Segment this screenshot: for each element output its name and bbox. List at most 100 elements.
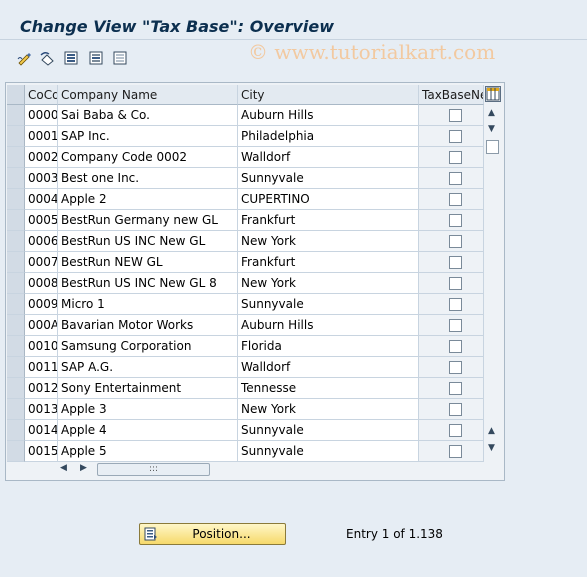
cell-taxbasenet	[419, 168, 484, 189]
cell-company-name: SAP Inc.	[58, 126, 238, 147]
cell-taxbasenet	[419, 441, 484, 462]
taxbasenet-checkbox[interactable]	[449, 298, 462, 311]
cell-cocd: 0002	[25, 147, 58, 168]
row-selector[interactable]	[7, 336, 25, 357]
taxbasenet-checkbox[interactable]	[449, 235, 462, 248]
cell-city: Philadelphia	[238, 126, 419, 147]
cell-taxbasenet	[419, 420, 484, 441]
taxbasenet-checkbox[interactable]	[449, 424, 462, 437]
cell-cocd: 0012	[25, 378, 58, 399]
cell-cocd: 0004	[25, 189, 58, 210]
cell-taxbasenet	[419, 252, 484, 273]
taxbasenet-checkbox[interactable]	[449, 403, 462, 416]
page-title: Change View "Tax Base": Overview	[20, 17, 335, 36]
cell-city: Frankfurt	[238, 252, 419, 273]
scroll-down-icon[interactable]: ▼	[488, 124, 495, 134]
cell-company-name: BestRun US INC New GL 8	[58, 273, 238, 294]
cell-cocd: 0008	[25, 273, 58, 294]
cell-city: Walldorf	[238, 147, 419, 168]
cell-taxbasenet	[419, 378, 484, 399]
cell-city: Walldorf	[238, 357, 419, 378]
undo-changes-icon[interactable]	[38, 49, 56, 67]
scroll-left-icon[interactable]: ◀	[60, 463, 67, 473]
cell-taxbasenet	[419, 126, 484, 147]
cell-taxbasenet	[419, 231, 484, 252]
cell-city: New York	[238, 273, 419, 294]
cell-cocd: 0003	[25, 168, 58, 189]
row-selector[interactable]	[7, 420, 25, 441]
vertical-scroll-thumb[interactable]	[486, 140, 499, 154]
row-selector[interactable]	[7, 189, 25, 210]
cell-company-name: Apple 2	[58, 189, 238, 210]
cell-company-name: BestRun US INC New GL	[58, 231, 238, 252]
cell-company-name: Best one Inc.	[58, 168, 238, 189]
scroll-right-icon[interactable]: ▶	[80, 463, 87, 473]
row-selector[interactable]	[7, 231, 25, 252]
cell-cocd: 000A	[25, 315, 58, 336]
cell-taxbasenet	[419, 357, 484, 378]
taxbasenet-checkbox[interactable]	[449, 445, 462, 458]
cell-company-name: Apple 4	[58, 420, 238, 441]
row-selector[interactable]	[7, 294, 25, 315]
deselect-all-icon[interactable]	[111, 49, 129, 67]
cell-company-name: Apple 5	[58, 441, 238, 462]
horizontal-scrollbar[interactable]: ◀ ▶ :::	[57, 461, 481, 478]
cell-cocd: 0011	[25, 357, 58, 378]
column-header-cocd[interactable]: CoCd	[25, 85, 58, 105]
row-selector[interactable]	[7, 357, 25, 378]
taxbasenet-checkbox[interactable]	[449, 214, 462, 227]
select-all-rows-button[interactable]	[7, 85, 25, 105]
taxbasenet-checkbox[interactable]	[449, 193, 462, 206]
cell-taxbasenet	[419, 210, 484, 231]
cell-city: New York	[238, 399, 419, 420]
select-all-icon[interactable]	[62, 49, 80, 67]
cell-taxbasenet	[419, 147, 484, 168]
row-selector[interactable]	[7, 168, 25, 189]
row-selector[interactable]	[7, 378, 25, 399]
edit-icon[interactable]	[16, 49, 34, 67]
column-settings-icon[interactable]	[485, 86, 501, 102]
cell-city: Florida	[238, 336, 419, 357]
row-selector[interactable]	[7, 252, 25, 273]
taxbasenet-checkbox[interactable]	[449, 361, 462, 374]
cell-cocd: 0014	[25, 420, 58, 441]
taxbasenet-checkbox[interactable]	[449, 151, 462, 164]
cell-company-name: Bavarian Motor Works	[58, 315, 238, 336]
top-bar	[0, 0, 587, 14]
taxbasenet-checkbox[interactable]	[449, 382, 462, 395]
row-selector[interactable]	[7, 315, 25, 336]
cell-cocd: 0015	[25, 441, 58, 462]
cell-city: New York	[238, 231, 419, 252]
scroll-up-icon[interactable]: ▲	[488, 108, 495, 118]
scroll-page-down-icon[interactable]: ▼	[488, 443, 495, 453]
taxbasenet-checkbox[interactable]	[449, 340, 462, 353]
position-button[interactable]: Position...	[139, 523, 286, 545]
row-selector[interactable]	[7, 273, 25, 294]
column-header-taxbasenet[interactable]: TaxBaseNet	[419, 85, 484, 105]
vertical-scrollbar[interactable]: ▲ ▼ ▲ ▼	[484, 104, 502, 460]
cell-company-name: BestRun NEW GL	[58, 252, 238, 273]
cell-cocd: 0013	[25, 399, 58, 420]
taxbasenet-checkbox[interactable]	[449, 319, 462, 332]
cell-cocd: 0009	[25, 294, 58, 315]
row-selector[interactable]	[7, 105, 25, 126]
row-selector[interactable]	[7, 126, 25, 147]
taxbasenet-checkbox[interactable]	[449, 277, 462, 290]
taxbasenet-checkbox[interactable]	[449, 130, 462, 143]
horizontal-scroll-thumb[interactable]: :::	[97, 463, 210, 476]
row-selector[interactable]	[7, 147, 25, 168]
cell-city: CUPERTINO	[238, 189, 419, 210]
column-header-company-name[interactable]: Company Name	[58, 85, 238, 105]
cell-city: Sunnyvale	[238, 420, 419, 441]
row-selector[interactable]	[7, 441, 25, 462]
cell-cocd: 0010	[25, 336, 58, 357]
scroll-page-up-icon[interactable]: ▲	[488, 426, 495, 436]
cell-company-name: Micro 1	[58, 294, 238, 315]
taxbasenet-checkbox[interactable]	[449, 256, 462, 269]
row-selector[interactable]	[7, 210, 25, 231]
column-header-city[interactable]: City	[238, 85, 419, 105]
select-block-icon[interactable]	[87, 49, 105, 67]
taxbasenet-checkbox[interactable]	[449, 109, 462, 122]
taxbasenet-checkbox[interactable]	[449, 172, 462, 185]
row-selector[interactable]	[7, 399, 25, 420]
